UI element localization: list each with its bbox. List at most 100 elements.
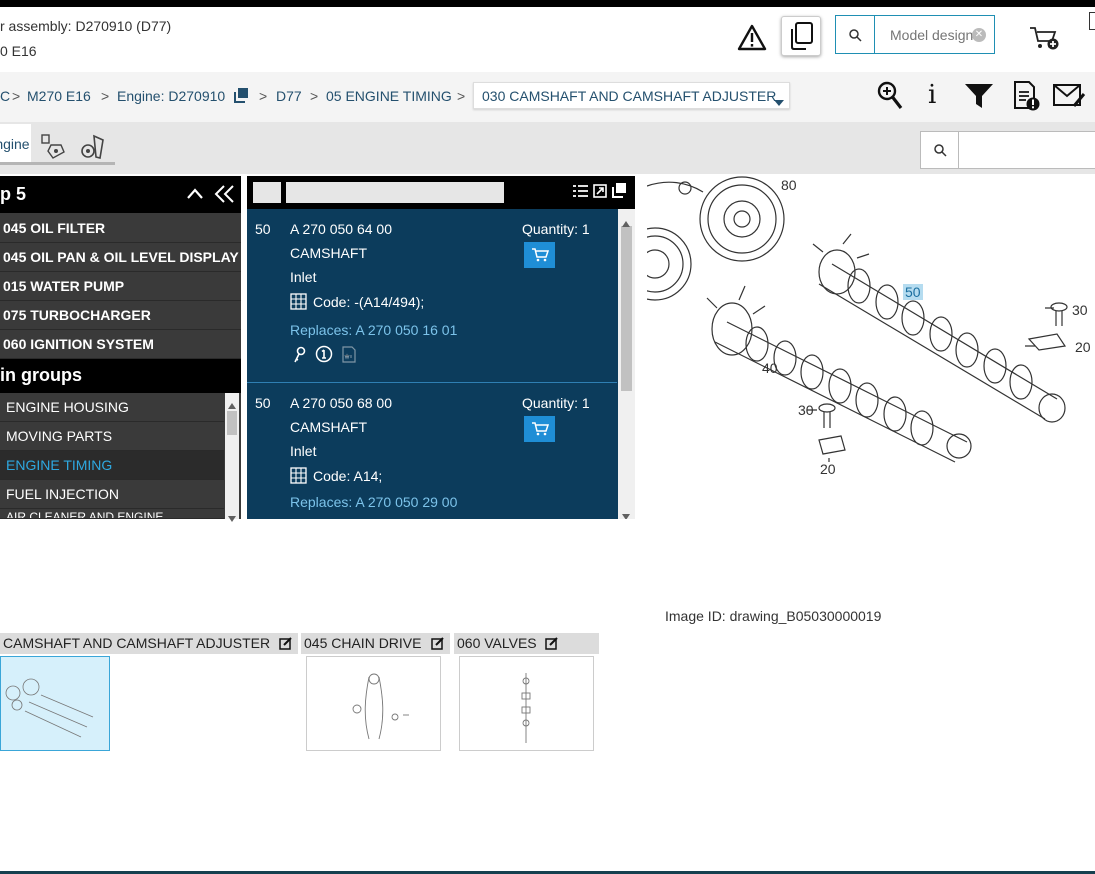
- breadcrumb-dropdown[interactable]: 030 CAMSHAFT AND CAMSHAFT ADJUSTER: [473, 82, 790, 109]
- key-icon[interactable]: [292, 346, 306, 368]
- thumbnail-chain-drive[interactable]: [306, 656, 441, 751]
- thumbnail-camshaft[interactable]: [0, 656, 110, 751]
- subgroup-item[interactable]: 075 TURBOCHARGER: [0, 301, 241, 330]
- group-item[interactable]: MOVING PARTS: [0, 422, 224, 451]
- filter-text-input[interactable]: [286, 182, 504, 203]
- part-description: Inlet: [290, 269, 317, 285]
- edit-icon[interactable]: [431, 636, 445, 653]
- thumbnail-tab[interactable]: 060 VALVES: [454, 633, 599, 654]
- breadcrumb-separator: >: [101, 88, 110, 104]
- thumbnail-tab-label: 045 CHAIN DRIVE: [304, 635, 422, 651]
- parts-scrollbar[interactable]: [618, 209, 635, 519]
- model-search-input[interactable]: [876, 16, 982, 53]
- groups-scrollbar[interactable]: [225, 393, 239, 522]
- tab-parts-icon[interactable]: [73, 128, 113, 164]
- part-replaces[interactable]: Replaces: A 270 050 29 00: [290, 494, 457, 510]
- info-icon[interactable]: i: [928, 80, 936, 110]
- camshaft-diagram: [647, 176, 1068, 463]
- part-row[interactable]: 50 A 270 050 68 00 CAMSHAFT Inlet Code: …: [247, 384, 617, 519]
- scroll-thumb[interactable]: [621, 226, 632, 391]
- scroll-down-arrow-icon[interactable]: [622, 507, 630, 519]
- thumbnail-tab[interactable]: 045 CHAIN DRIVE: [301, 633, 450, 654]
- breadcrumb-item[interactable]: M270 E16: [27, 88, 91, 104]
- document-alert-icon[interactable]: [1012, 80, 1042, 117]
- part-replaces[interactable]: Replaces: A 270 050 16 01: [290, 322, 457, 338]
- warning-icon[interactable]: [735, 22, 769, 52]
- search-icon[interactable]: [836, 16, 875, 53]
- add-to-cart-button[interactable]: [524, 242, 555, 268]
- group-item[interactable]: AIR CLEANER AND ENGINE: [0, 509, 224, 519]
- subgroup-item[interactable]: 045 OIL PAN & OIL LEVEL DISPLAY: [0, 243, 241, 272]
- thumbnail-valves[interactable]: [459, 656, 594, 751]
- part-position: 50: [255, 221, 271, 237]
- callout-label[interactable]: 20: [1075, 339, 1091, 355]
- group-item-active[interactable]: ENGINE TIMING: [0, 451, 224, 480]
- breadcrumb-item[interactable]: 05 ENGINE TIMING: [326, 88, 452, 104]
- scroll-up-arrow-icon[interactable]: [228, 396, 236, 414]
- callout-label-highlighted[interactable]: 50: [903, 284, 923, 300]
- edit-icon[interactable]: [279, 636, 293, 653]
- breadcrumb-dropdown-label: 030 CAMSHAFT AND CAMSHAFT ADJUSTER: [482, 88, 777, 104]
- group-item[interactable]: FUEL INJECTION: [0, 480, 224, 509]
- grid-icon: [290, 293, 307, 315]
- scroll-up-arrow-icon[interactable]: [622, 214, 630, 232]
- thumbnail-tab-label: 060 VALVES: [457, 635, 537, 651]
- copy-small-icon[interactable]: [233, 87, 249, 108]
- subgroup-item[interactable]: 045 OIL FILTER: [0, 214, 241, 243]
- expand-icon[interactable]: [593, 184, 607, 203]
- zoom-in-icon[interactable]: [876, 80, 904, 117]
- callout-label[interactable]: 30: [1072, 302, 1088, 318]
- breadcrumb-item[interactable]: D77: [276, 88, 302, 104]
- tab-engine[interactable]: Engine: [0, 124, 31, 162]
- breadcrumb-separator: >: [310, 88, 319, 104]
- exploded-drawing[interactable]: 80 50 30 20 40 30 20: [647, 174, 1095, 474]
- breadcrumb-item[interactable]: C: [0, 88, 10, 104]
- cart-icon: [531, 422, 549, 436]
- parts-list: 50 A 270 050 64 00 CAMSHAFT Inlet Code: …: [247, 176, 635, 519]
- info-circle-icon[interactable]: [315, 345, 333, 368]
- edit-icon[interactable]: [545, 636, 559, 653]
- breadcrumb-separator: >: [457, 88, 466, 104]
- parts-search[interactable]: [920, 131, 1095, 169]
- callout-label[interactable]: 30: [798, 402, 814, 418]
- list-view-icon[interactable]: [573, 184, 588, 203]
- part-code: Code: A14;: [313, 468, 383, 484]
- mail-edit-icon[interactable]: [1052, 82, 1086, 115]
- scroll-thumb[interactable]: [227, 411, 237, 435]
- close-edge[interactable]: [1089, 12, 1095, 30]
- chevron-up-icon[interactable]: [186, 186, 204, 205]
- top-black-bar: [0, 0, 1095, 7]
- search-icon[interactable]: [921, 132, 959, 168]
- group-item[interactable]: ENGINE HOUSING: [0, 393, 224, 422]
- thumbnail-tab[interactable]: CAMSHAFT AND CAMSHAFT ADJUSTER: [0, 633, 298, 654]
- tab-oil-service-icon[interactable]: [33, 128, 73, 164]
- main-groups-header-title: in groups: [0, 365, 82, 385]
- breadcrumb: C > M270 E16 > Engine: D270910 > D77 > 0…: [0, 72, 1095, 122]
- wis-document-icon[interactable]: [342, 346, 356, 368]
- subgroup-item[interactable]: 015 WATER PUMP: [0, 272, 241, 301]
- filter-position-input[interactable]: [253, 182, 281, 203]
- part-code: Code: -(A14/494);: [313, 294, 425, 310]
- add-to-cart-button[interactable]: [524, 416, 555, 442]
- scroll-down-arrow-icon[interactable]: [228, 509, 236, 527]
- part-number: A 270 050 68 00: [290, 395, 392, 411]
- collapse-panel-icon[interactable]: [213, 184, 235, 209]
- clear-icon[interactable]: ✕: [972, 28, 986, 42]
- part-row[interactable]: 50 A 270 050 64 00 CAMSHAFT Inlet Code: …: [247, 209, 617, 383]
- breadcrumb-separator: >: [12, 88, 21, 104]
- popout-icon[interactable]: [611, 182, 627, 203]
- parts-list-header: [247, 176, 635, 209]
- callout-label[interactable]: 20: [820, 461, 836, 474]
- main-groups-header: in groups: [0, 359, 241, 393]
- filter-icon[interactable]: [964, 82, 994, 115]
- copy-button[interactable]: [781, 16, 821, 56]
- image-id: Image ID: drawing_B05030000019: [665, 608, 882, 624]
- callout-label[interactable]: 80: [781, 177, 797, 193]
- callout-label[interactable]: 40: [762, 360, 778, 376]
- part-description: Inlet: [290, 443, 317, 459]
- subgroup-item[interactable]: 060 IGNITION SYSTEM: [0, 330, 241, 359]
- add-to-cart-icon[interactable]: [1026, 22, 1062, 54]
- tab-engine-label: Engine: [0, 136, 30, 152]
- breadcrumb-item[interactable]: Engine: D270910: [117, 88, 225, 104]
- part-quantity: Quantity: 1: [522, 395, 590, 411]
